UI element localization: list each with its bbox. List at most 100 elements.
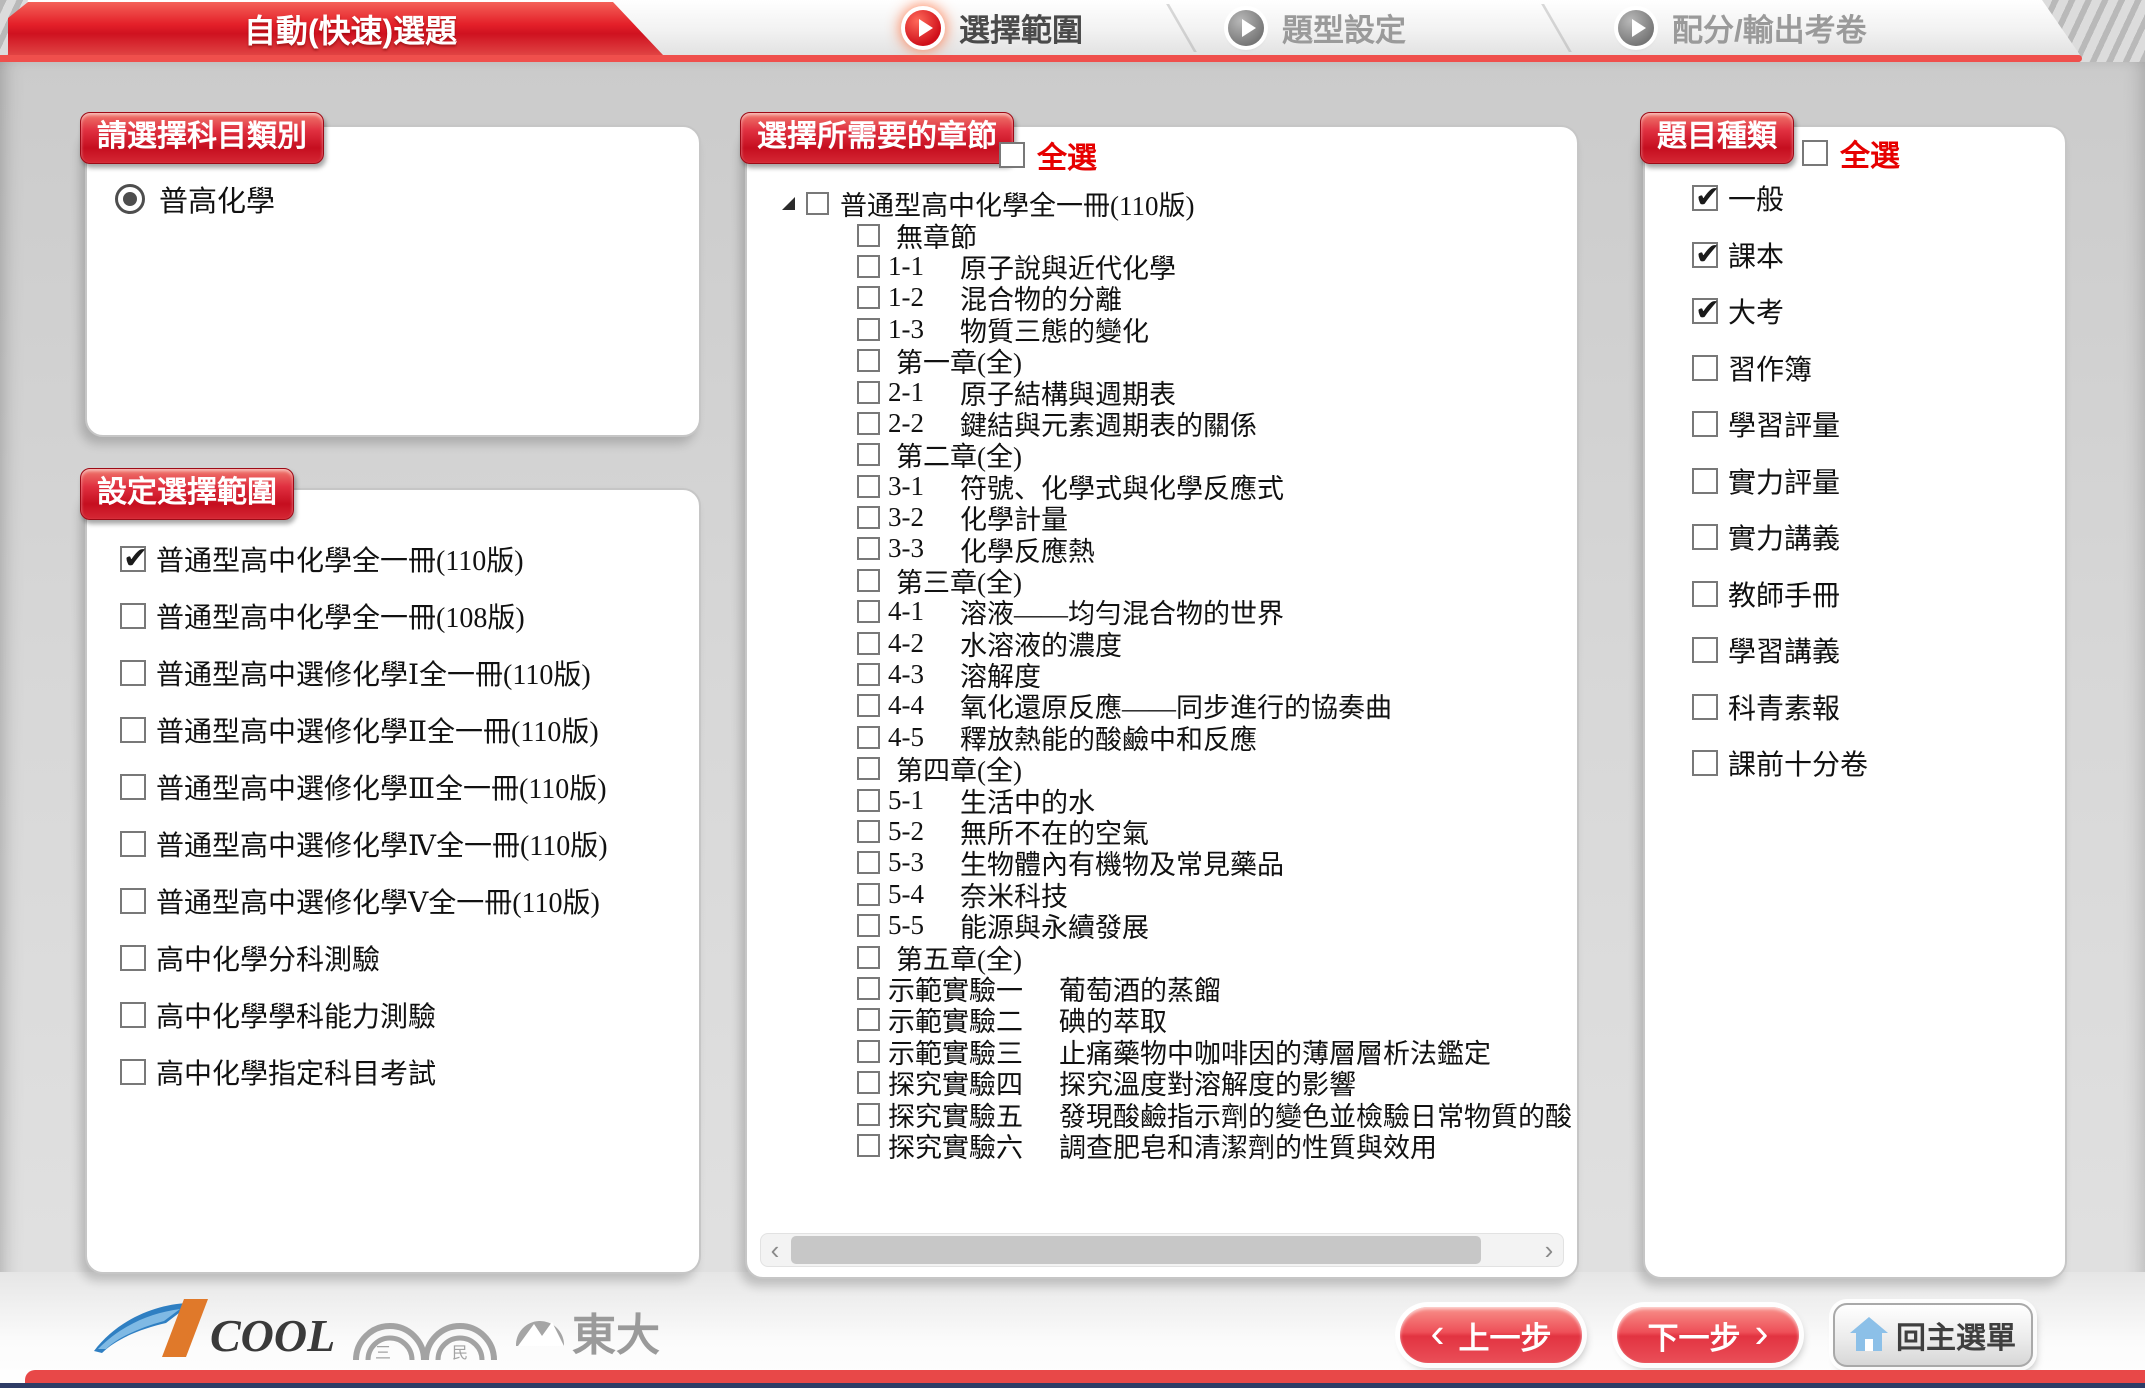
checkbox-icon[interactable] bbox=[857, 349, 880, 372]
question-type-row[interactable]: 大考 bbox=[1645, 283, 2065, 340]
checkbox-icon[interactable] bbox=[120, 660, 146, 686]
question-type-row[interactable]: 實力講義 bbox=[1645, 509, 2065, 566]
tree-node-row[interactable]: 1-1 原子說與近代化學 bbox=[747, 251, 1571, 282]
tab-score-output[interactable]: 配分/輸出考卷 bbox=[1618, 0, 1867, 55]
checkbox-icon[interactable] bbox=[806, 192, 829, 215]
tree-node-row[interactable]: 3-3 化學反應熱 bbox=[747, 533, 1571, 564]
checkbox-icon[interactable] bbox=[857, 1008, 880, 1031]
scope-item-row[interactable]: 普通型高中選修化學Ⅲ全一冊(110版) bbox=[87, 758, 699, 815]
checkbox-icon[interactable] bbox=[857, 820, 880, 843]
tree-node-row[interactable]: 5-5 能源與永續發展 bbox=[747, 910, 1571, 941]
checkbox-icon[interactable] bbox=[857, 255, 880, 278]
checkbox-icon[interactable] bbox=[120, 717, 146, 743]
checkbox-icon[interactable] bbox=[120, 1002, 146, 1028]
tab-select-range[interactable]: 選擇範圍 bbox=[905, 0, 1083, 55]
checkbox-icon[interactable] bbox=[857, 1040, 880, 1063]
checkbox-icon[interactable] bbox=[1692, 411, 1718, 437]
checkbox-icon[interactable] bbox=[1692, 750, 1718, 776]
checkbox-icon[interactable] bbox=[1692, 355, 1718, 381]
checkbox-icon[interactable] bbox=[857, 632, 880, 655]
question-type-row[interactable]: 實力評量 bbox=[1645, 453, 2065, 510]
chapter-select-all[interactable]: 全選 bbox=[999, 133, 1097, 177]
checkbox-icon[interactable] bbox=[857, 757, 880, 780]
tree-node-row[interactable]: 第四章(全) bbox=[747, 753, 1571, 784]
scope-item-row[interactable]: 高中化學學科能力測驗 bbox=[87, 986, 699, 1043]
checkbox-icon[interactable] bbox=[120, 603, 146, 629]
question-type-row[interactable]: 課前十分卷 bbox=[1645, 735, 2065, 792]
checkbox-icon[interactable] bbox=[857, 506, 880, 529]
question-type-row[interactable]: 科青素報 bbox=[1645, 679, 2065, 736]
tree-node-row[interactable]: 2-2 鍵結與元素週期表的關係 bbox=[747, 408, 1571, 439]
tab-auto-quick-select[interactable]: 自動(快速)選題 bbox=[8, 2, 663, 55]
checkbox-icon[interactable] bbox=[857, 1103, 880, 1126]
scope-item-row[interactable]: 普通型高中選修化學Ⅰ全一冊(110版) bbox=[87, 644, 699, 701]
scope-item-row[interactable]: 普通型高中選修化學Ⅳ全一冊(110版) bbox=[87, 815, 699, 872]
checkbox-icon[interactable] bbox=[857, 883, 880, 906]
tree-node-row[interactable]: 5-4 奈米科技 bbox=[747, 879, 1571, 910]
scope-item-row[interactable]: 高中化學指定科目考試 bbox=[87, 1043, 699, 1100]
checkbox-icon[interactable] bbox=[120, 546, 146, 572]
checkbox-icon[interactable] bbox=[857, 977, 880, 1000]
checkbox-icon[interactable] bbox=[857, 537, 880, 560]
checkbox-icon[interactable] bbox=[857, 851, 880, 874]
subject-option-row[interactable]: 普高化學 bbox=[87, 179, 699, 219]
checkbox-icon[interactable] bbox=[857, 443, 880, 466]
question-type-select-all[interactable]: 全選 bbox=[1802, 131, 1900, 175]
checkbox-icon[interactable] bbox=[120, 1059, 146, 1085]
chapter-horizontal-scrollbar[interactable]: ‹ › bbox=[760, 1233, 1564, 1267]
scope-item-row[interactable]: 普通型高中化學全一冊(108版) bbox=[87, 587, 699, 644]
tree-expanded-icon[interactable] bbox=[782, 197, 795, 210]
checkbox-icon[interactable] bbox=[120, 831, 146, 857]
question-type-row[interactable]: 學習評量 bbox=[1645, 396, 2065, 453]
question-type-row[interactable]: 一般 bbox=[1645, 170, 2065, 227]
tab-question-type-setting[interactable]: 題型設定 bbox=[1228, 0, 1406, 55]
scope-item-row[interactable]: 普通型高中選修化學Ⅴ全一冊(110版) bbox=[87, 872, 699, 929]
checkbox-icon[interactable] bbox=[1692, 185, 1718, 211]
tree-node-row[interactable]: 3-1 符號、化學式與化學反應式 bbox=[747, 471, 1571, 502]
checkbox-icon[interactable] bbox=[857, 726, 880, 749]
checkbox-icon[interactable] bbox=[857, 914, 880, 937]
checkbox-icon[interactable] bbox=[1802, 140, 1828, 166]
question-type-row[interactable]: 教師手冊 bbox=[1645, 566, 2065, 623]
tree-node-row[interactable]: 5-3 生物體內有機物及常見藥品 bbox=[747, 847, 1571, 878]
checkbox-icon[interactable] bbox=[120, 774, 146, 800]
scrollbar-thumb[interactable] bbox=[791, 1236, 1481, 1264]
scroll-right-icon[interactable]: › bbox=[1535, 1234, 1563, 1266]
checkbox-icon[interactable] bbox=[1692, 524, 1718, 550]
checkbox-icon[interactable] bbox=[857, 475, 880, 498]
checkbox-icon[interactable] bbox=[1692, 581, 1718, 607]
checkbox-icon[interactable] bbox=[1692, 298, 1718, 324]
tree-node-row[interactable]: 4-1 溶液——均勻混合物的世界 bbox=[747, 596, 1571, 627]
checkbox-icon[interactable] bbox=[1692, 468, 1718, 494]
next-step-button[interactable]: 下一步 › bbox=[1617, 1307, 1799, 1363]
radio-selected-icon[interactable] bbox=[115, 184, 145, 214]
checkbox-icon[interactable] bbox=[857, 381, 880, 404]
checkbox-icon[interactable] bbox=[857, 694, 880, 717]
checkbox-icon[interactable] bbox=[857, 600, 880, 623]
tree-node-row[interactable]: 探究實驗六 調查肥皂和清潔劑的性質與效用 bbox=[747, 1130, 1571, 1161]
checkbox-icon[interactable] bbox=[1692, 242, 1718, 268]
checkbox-icon[interactable] bbox=[1692, 637, 1718, 663]
prev-step-button[interactable]: ‹ 上一步 bbox=[1400, 1307, 1582, 1363]
checkbox-icon[interactable] bbox=[857, 1134, 880, 1157]
checkbox-icon[interactable] bbox=[1692, 694, 1718, 720]
checkbox-icon[interactable] bbox=[120, 945, 146, 971]
tree-node-row[interactable]: 5-1 生活中的水 bbox=[747, 784, 1571, 815]
checkbox-icon[interactable] bbox=[857, 318, 880, 341]
tree-node-row[interactable]: 4-5 釋放熱能的酸鹼中和反應 bbox=[747, 722, 1571, 753]
scope-item-row[interactable]: 高中化學分科測驗 bbox=[87, 929, 699, 986]
question-type-row[interactable]: 學習講義 bbox=[1645, 622, 2065, 679]
checkbox-icon[interactable] bbox=[857, 663, 880, 686]
question-type-row[interactable]: 習作簿 bbox=[1645, 340, 2065, 397]
scope-item-row[interactable]: 普通型高中化學全一冊(110版) bbox=[87, 530, 699, 587]
checkbox-icon[interactable] bbox=[857, 1071, 880, 1094]
checkbox-icon[interactable] bbox=[857, 286, 880, 309]
tree-root-row[interactable]: 普通型高中化學全一冊(110版) bbox=[747, 188, 1571, 219]
checkbox-icon[interactable] bbox=[857, 569, 880, 592]
tree-node-row[interactable]: 4-2 水溶液的濃度 bbox=[747, 627, 1571, 658]
checkbox-icon[interactable] bbox=[857, 224, 880, 247]
scroll-left-icon[interactable]: ‹ bbox=[761, 1234, 789, 1266]
checkbox-icon[interactable] bbox=[857, 946, 880, 969]
question-type-row[interactable]: 課本 bbox=[1645, 227, 2065, 284]
tree-node-row[interactable]: 1-2 混合物的分離 bbox=[747, 282, 1571, 313]
